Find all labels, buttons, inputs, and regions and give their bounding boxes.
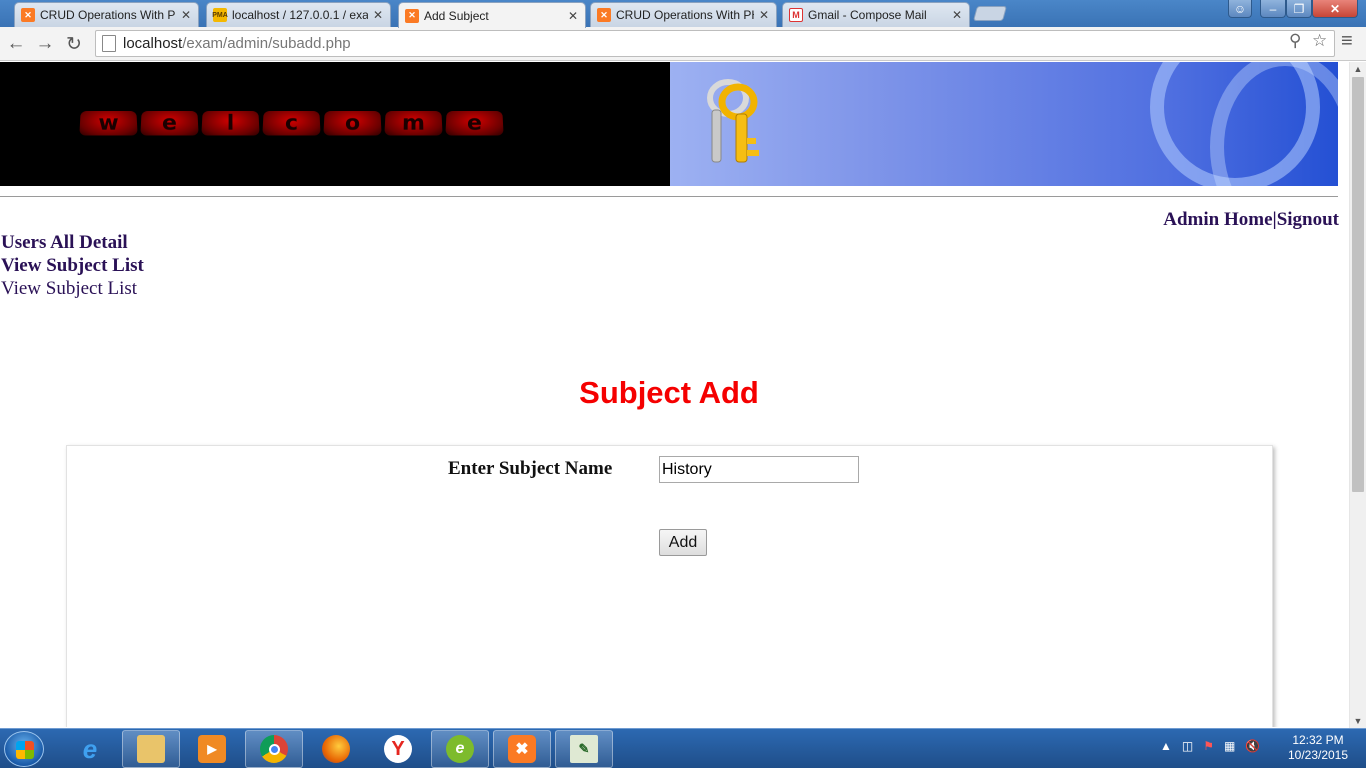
- folder-glyph: [137, 735, 165, 763]
- tab-crud-operations-2[interactable]: ✕ CRUD Operations With PH ✕: [590, 2, 777, 27]
- page-icon: [102, 35, 116, 52]
- xampp-taskbar-icon[interactable]: ✖: [493, 730, 551, 768]
- subject-name-input[interactable]: [659, 456, 859, 483]
- forward-arrow-icon[interactable]: →: [33, 32, 57, 56]
- tab-add-subject[interactable]: ✕ Add Subject ✕: [398, 2, 586, 28]
- back-arrow-icon[interactable]: ←: [4, 32, 28, 56]
- add-button[interactable]: Add: [659, 529, 707, 556]
- zoom-icon[interactable]: ⚲: [1289, 31, 1301, 51]
- dreamweaver-icon[interactable]: e: [431, 730, 489, 768]
- start-button[interactable]: [4, 731, 44, 767]
- close-icon[interactable]: ✕: [758, 8, 770, 22]
- xampp-icon: ✕: [21, 8, 35, 22]
- network-icon[interactable]: ◫: [1182, 739, 1193, 753]
- tab-phpmyadmin[interactable]: PMA localhost / 127.0.0.1 / exa ✕: [206, 2, 391, 27]
- view-subject-list-link-2[interactable]: View Subject List: [1, 278, 137, 300]
- page-title: Subject Add: [579, 375, 759, 410]
- banner-letter: o: [323, 111, 382, 136]
- page-content: w e l c o m e Admin Home|Signout Users A…: [0, 62, 1349, 727]
- signout-link[interactable]: Signout: [1277, 209, 1339, 230]
- windows-logo-icon: [16, 741, 34, 759]
- reload-icon[interactable]: ↻: [62, 32, 86, 56]
- tab-gmail[interactable]: M Gmail - Compose Mail ✕: [782, 2, 970, 27]
- tab-label: Gmail - Compose Mail: [808, 8, 927, 22]
- ie-glyph: e: [82, 733, 98, 764]
- internet-explorer-icon[interactable]: e: [61, 730, 119, 768]
- banner-letter: e: [445, 111, 504, 136]
- close-icon[interactable]: ✕: [372, 8, 384, 22]
- top-nav: Admin Home|Signout: [1163, 209, 1339, 231]
- notepad-glyph: ✎: [570, 735, 598, 763]
- notepad-icon[interactable]: ✎: [555, 730, 613, 768]
- show-hidden-icons-icon[interactable]: ▲: [1160, 739, 1172, 753]
- tab-crud-operations-1[interactable]: ✕ CRUD Operations With PH ✕: [14, 2, 199, 27]
- banner-letter: l: [201, 111, 260, 136]
- address-bar[interactable]: localhost/exam/admin/subadd.php: [95, 30, 1335, 57]
- firefox-glyph: [322, 735, 350, 763]
- banner-letter: e: [140, 111, 199, 136]
- play-glyph: ▶: [198, 735, 226, 763]
- user-profile-icon[interactable]: ☺: [1228, 0, 1252, 18]
- banner-letter: w: [79, 111, 138, 136]
- windows-flag-icon[interactable]: ▦: [1224, 739, 1235, 753]
- clock[interactable]: 12:32 PM 10/23/2015: [1283, 733, 1353, 763]
- phpmyadmin-icon: PMA: [212, 8, 228, 22]
- browser-tab-strip: ✕ CRUD Operations With PH ✕ PMA localhos…: [0, 0, 1366, 28]
- firefox-icon[interactable]: [307, 730, 365, 768]
- close-icon[interactable]: ✕: [951, 8, 963, 22]
- admin-home-link[interactable]: Admin Home: [1163, 209, 1272, 230]
- tab-label: Add Subject: [424, 8, 489, 23]
- welcome-logo: w e l c o m e: [79, 110, 504, 136]
- users-all-detail-link[interactable]: Users All Detail: [1, 232, 128, 254]
- chrome-icon[interactable]: [245, 730, 303, 768]
- new-tab-button[interactable]: [972, 6, 1008, 21]
- xampp-icon: ✕: [405, 8, 419, 23]
- close-icon[interactable]: ✕: [180, 8, 192, 22]
- vertical-scrollbar[interactable]: ▲ ▼: [1349, 62, 1366, 728]
- keys-banner-image: [670, 62, 1338, 186]
- tab-label: CRUD Operations With PH: [40, 8, 176, 22]
- close-icon[interactable]: ✕: [567, 9, 579, 23]
- url-host: localhost: [123, 35, 183, 52]
- divider: [0, 196, 1338, 197]
- subject-name-label: Enter Subject Name: [448, 458, 613, 479]
- xampp-glyph: ✖: [508, 735, 536, 763]
- view-subject-list-link[interactable]: View Subject List: [1, 255, 144, 277]
- system-tray: ▲ ◫ ⚑ ▦ 🔇: [1160, 739, 1260, 753]
- volume-muted-icon[interactable]: 🔇: [1245, 739, 1260, 753]
- bookmark-star-icon[interactable]: ☆: [1312, 31, 1327, 51]
- banner-letter: c: [262, 111, 321, 136]
- scrollbar-thumb[interactable]: [1352, 77, 1364, 492]
- keys-icon: [707, 79, 759, 163]
- tab-label: CRUD Operations With PH: [616, 8, 754, 22]
- action-center-icon[interactable]: ⚑: [1203, 739, 1214, 753]
- scroll-up-icon[interactable]: ▲: [1350, 64, 1366, 74]
- clock-time: 12:32 PM: [1292, 733, 1344, 747]
- banner-letter: m: [384, 111, 443, 136]
- clock-date: 10/23/2015: [1287, 748, 1349, 762]
- minimize-button[interactable]: –: [1260, 0, 1286, 18]
- subject-form: Enter Subject Name Add: [66, 445, 1273, 727]
- windows-taskbar: e ▶ Y e ✖ ✎ ▲ ◫ ⚑ ▦ 🔇 12:32 PM 10/23/201…: [0, 728, 1366, 768]
- dreamweaver-glyph: e: [446, 735, 474, 763]
- maximize-button[interactable]: ❐: [1286, 0, 1312, 18]
- chrome-glyph: [260, 735, 288, 763]
- yandex-glyph: Y: [384, 735, 412, 763]
- gmail-icon: M: [789, 8, 803, 22]
- media-player-icon[interactable]: ▶: [183, 730, 241, 768]
- scroll-down-icon[interactable]: ▼: [1350, 716, 1366, 726]
- yandex-browser-icon[interactable]: Y: [369, 730, 427, 768]
- browser-toolbar: ← → ↻ localhost/exam/admin/subadd.php ⚲ …: [0, 27, 1366, 61]
- xampp-icon: ✕: [597, 8, 611, 22]
- close-window-button[interactable]: ✕: [1312, 0, 1358, 18]
- tab-label: localhost / 127.0.0.1 / exa: [232, 8, 368, 22]
- menu-icon[interactable]: ≡: [1341, 30, 1353, 53]
- welcome-banner: w e l c o m e: [0, 62, 670, 186]
- url-path: /exam/admin/subadd.php: [182, 35, 351, 52]
- file-explorer-icon[interactable]: [122, 730, 180, 768]
